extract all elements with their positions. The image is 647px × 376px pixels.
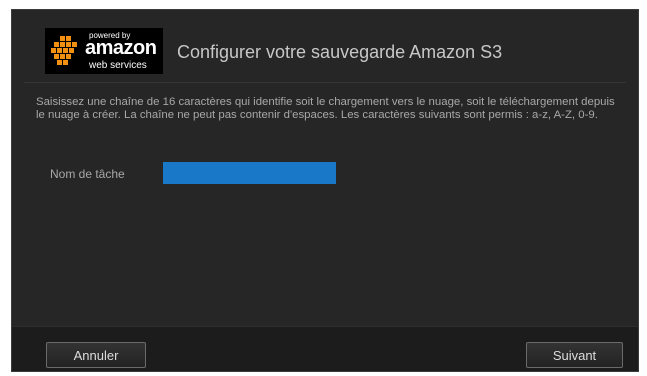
instructions-text: Saisissez une chaîne de 16 caractères qu…: [36, 96, 615, 121]
dialog-footer: Annuler Suivant: [12, 326, 638, 371]
aws-web-services-text: web services: [89, 60, 147, 71]
dialog-header: powered by amazon web services Configure…: [12, 10, 638, 80]
aws-logo: powered by amazon web services: [45, 28, 163, 74]
aws-amazon-text: amazon: [85, 37, 157, 59]
dialog-title: Configurer votre sauvegarde Amazon S3: [177, 42, 503, 62]
aws-cubes-icon: [51, 36, 77, 65]
next-button[interactable]: Suivant: [526, 342, 623, 368]
aws-s3-setup-dialog: powered by amazon web services Configure…: [11, 9, 639, 372]
cancel-button[interactable]: Annuler: [46, 342, 146, 368]
header-divider: [24, 82, 626, 83]
task-name-input[interactable]: [163, 162, 336, 184]
task-name-label: Nom de tâche: [50, 167, 125, 181]
